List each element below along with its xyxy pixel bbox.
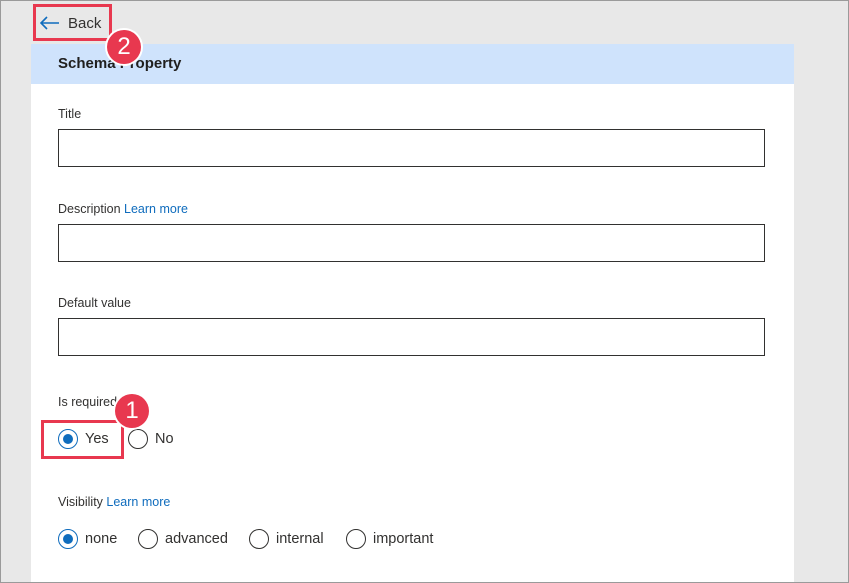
back-button[interactable]: Back (40, 10, 101, 36)
is-required-label: Is required (58, 395, 118, 409)
radio-required-no[interactable]: No (128, 429, 174, 449)
radio-visibility-none[interactable]: none (58, 529, 117, 549)
default-value-label: Default value (58, 296, 131, 310)
radio-circle (138, 529, 158, 549)
radio-label: none (85, 531, 118, 547)
back-label: Back (68, 14, 102, 32)
radio-label: important (373, 531, 434, 547)
radio-circle-checked (58, 529, 78, 549)
radio-label: Yes (85, 431, 109, 447)
visibility-label: Visibility (58, 495, 103, 509)
radio-visibility-internal[interactable]: internal (249, 529, 324, 549)
radio-label: No (155, 431, 174, 447)
radio-label: advanced (165, 531, 228, 547)
description-learn-more-link[interactable]: Learn more (124, 202, 188, 216)
radio-circle (249, 529, 269, 549)
radio-visibility-important[interactable]: important (346, 529, 433, 549)
description-input[interactable] (58, 224, 765, 262)
step-2-badge: 2 (107, 30, 141, 64)
visibility-learn-more-link[interactable]: Learn more (106, 495, 170, 509)
description-label-row: Description Learn more (58, 202, 188, 216)
visibility-label-row: Visibility Learn more (58, 495, 170, 509)
title-input[interactable] (58, 129, 765, 167)
radio-required-yes[interactable]: Yes (58, 429, 109, 449)
radio-circle (128, 429, 148, 449)
radio-circle (346, 529, 366, 549)
radio-circle-checked (58, 429, 78, 449)
description-label: Description (58, 202, 121, 216)
default-value-input[interactable] (58, 318, 765, 356)
panel-header: Schema Property (31, 44, 794, 84)
title-label: Title (58, 107, 82, 121)
radio-label: internal (276, 531, 324, 547)
arrow-left-icon (40, 16, 59, 30)
page: Back Schema Property Title Description L… (0, 0, 849, 583)
step-1-badge: 1 (115, 394, 149, 428)
schema-property-panel: Schema Property Title Description Learn … (31, 44, 794, 583)
radio-visibility-advanced[interactable]: advanced (138, 529, 228, 549)
